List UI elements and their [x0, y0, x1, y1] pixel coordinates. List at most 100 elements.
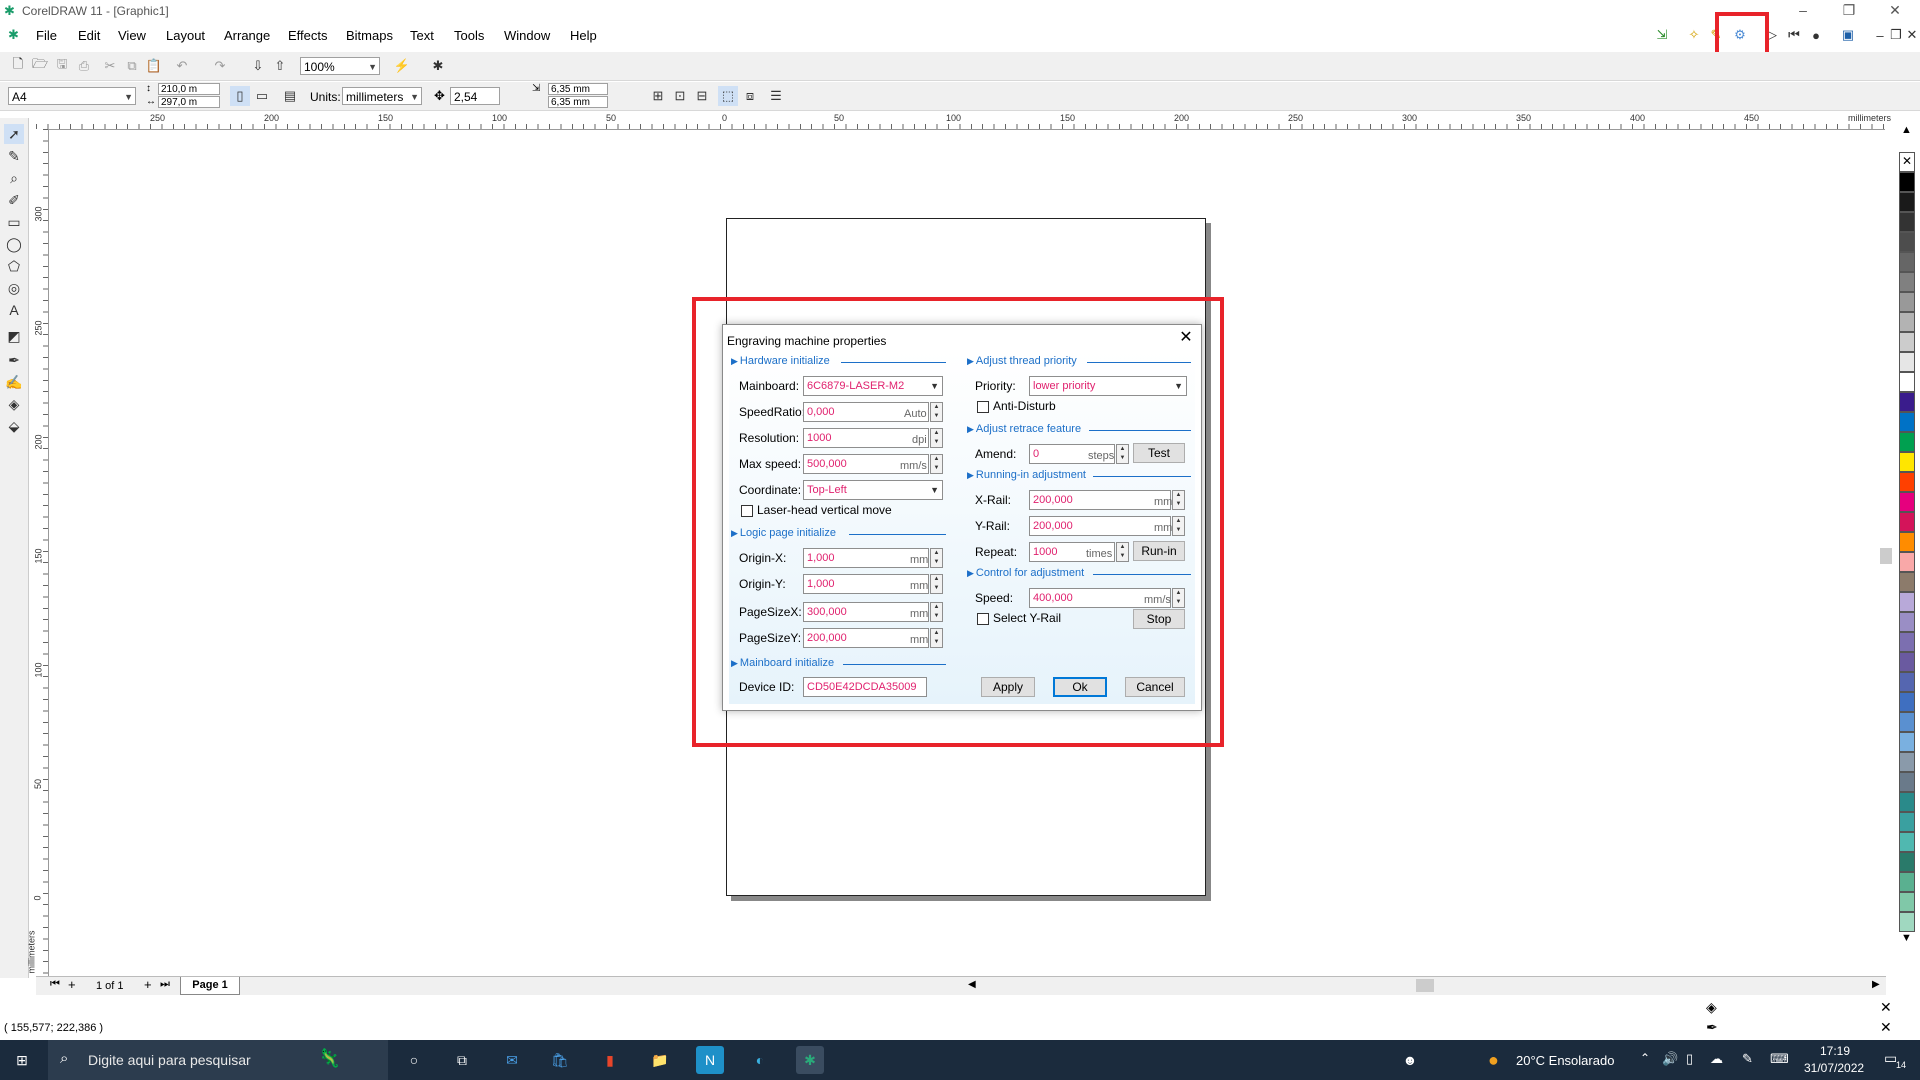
export-doc-icon[interactable]: ⇧ — [270, 56, 290, 76]
align-icon[interactable]: ☰ — [766, 86, 786, 106]
network-icon[interactable]: ☁ — [1710, 1051, 1723, 1067]
originx-spinner[interactable]: ▲ ▼ — [930, 548, 943, 568]
doc-icon[interactable]: ✱ — [8, 27, 19, 43]
color-swatch[interactable] — [1899, 412, 1915, 432]
color-swatch[interactable] — [1899, 452, 1915, 472]
cut-icon[interactable]: ✂ — [100, 56, 120, 76]
paper-width-field[interactable]: 210,0 m — [158, 83, 220, 95]
run-in-button[interactable]: Run-in — [1133, 541, 1185, 561]
mainboard-select[interactable]: 6C6879-LASER-M2 ▼ — [803, 376, 943, 396]
resolution-spinner[interactable]: ▲ ▼ — [930, 428, 943, 448]
color-swatch[interactable] — [1899, 612, 1915, 632]
restore-button[interactable]: ❐ — [1826, 0, 1872, 22]
snap-guides-icon[interactable]: ⊡ — [670, 86, 690, 106]
open-icon[interactable]: 🗁 — [30, 56, 50, 76]
edge-icon[interactable]: ◐ — [746, 1046, 774, 1074]
xrail-spinner[interactable]: ▲ ▼ — [1172, 490, 1185, 510]
palette-up-icon[interactable]: ▲ — [1901, 124, 1912, 136]
color-swatch[interactable] — [1899, 732, 1915, 752]
clock-date[interactable]: 31/07/2022 — [1804, 1061, 1864, 1075]
color-swatch[interactable] — [1899, 772, 1915, 792]
shape-tool-icon[interactable]: ✎ — [4, 146, 24, 166]
menu-layout[interactable]: Layout — [166, 28, 205, 43]
maxspeed-spinner[interactable]: ▲ ▼ — [930, 454, 943, 474]
wand-icon[interactable]: ✧ — [1684, 25, 1704, 45]
clock-time[interactable]: 17:19 — [1820, 1044, 1850, 1058]
color-swatch[interactable] — [1899, 512, 1915, 532]
fill-tool-icon[interactable]: ◈ — [4, 394, 24, 414]
scroll-left-icon[interactable]: ◀ — [968, 979, 976, 990]
color-swatch[interactable] — [1899, 532, 1915, 552]
amend-field[interactable]: 0 steps — [1029, 444, 1115, 464]
last-page-icon[interactable]: ⏭ — [160, 978, 170, 991]
pick-tool-icon[interactable]: ➚ — [4, 124, 24, 144]
vertical-scroll-thumb[interactable] — [1880, 548, 1892, 564]
add-page-after-icon[interactable]: + — [144, 977, 152, 992]
export-icon[interactable]: ⇲ — [1652, 25, 1672, 45]
battery-icon[interactable]: ▯ — [1686, 1051, 1693, 1067]
scroll-right-icon[interactable]: ▶ — [1872, 979, 1880, 990]
ok-button[interactable]: Ok — [1053, 677, 1107, 697]
color-swatch[interactable] — [1899, 592, 1915, 612]
menu-file[interactable]: File — [36, 28, 57, 43]
test-button[interactable]: Test — [1133, 443, 1185, 463]
color-swatch[interactable] — [1899, 212, 1915, 232]
doc-close-icon[interactable]: ✕ — [1902, 25, 1920, 45]
options-icon[interactable]: ⧈ — [740, 86, 760, 106]
yrail-field[interactable]: 200,000 mm — [1029, 516, 1172, 536]
originy-field[interactable]: 1,000 mm — [803, 574, 929, 594]
speedratio-spinner[interactable]: ▲ ▼ — [930, 402, 943, 422]
originx-field[interactable]: 1,000 mm — [803, 548, 929, 568]
color-swatch[interactable] — [1899, 432, 1915, 452]
preview-icon[interactable]: ▣ — [1838, 25, 1858, 45]
menu-view[interactable]: View — [118, 28, 146, 43]
outline-tool-icon[interactable]: ✍ — [4, 372, 24, 392]
color-swatch[interactable] — [1899, 792, 1915, 812]
pen-icon[interactable]: ✎ — [1742, 1051, 1753, 1067]
priority-select[interactable]: lower priority ▼ — [1029, 376, 1187, 396]
paper-height-field[interactable]: 297,0 m — [158, 96, 220, 108]
xrail-field[interactable]: 200,000 mm — [1029, 490, 1172, 510]
dialog-close-button[interactable]: ✕ — [1175, 327, 1197, 349]
undo-icon[interactable]: ↶ — [172, 56, 192, 76]
task-view-icon[interactable]: ⧉ — [448, 1046, 476, 1074]
corel-online-icon[interactable]: ✱ — [428, 56, 448, 76]
maxspeed-field[interactable]: 500,000 mm/s — [803, 454, 929, 474]
minimize-button[interactable]: – — [1780, 0, 1826, 22]
color-swatch[interactable] — [1899, 832, 1915, 852]
freehand-tool-icon[interactable]: ✐ — [4, 190, 24, 210]
n-app-icon[interactable]: N — [696, 1046, 724, 1074]
portrait-icon[interactable]: ▯ — [230, 86, 250, 106]
select-yrail-checkbox[interactable] — [977, 613, 989, 625]
color-swatch[interactable] — [1899, 312, 1915, 332]
color-swatch[interactable] — [1899, 232, 1915, 252]
color-swatch[interactable] — [1899, 352, 1915, 372]
color-swatch[interactable] — [1899, 272, 1915, 292]
repeat-spinner[interactable]: ▲ ▼ — [1116, 542, 1129, 562]
mail-icon[interactable]: ✉ — [498, 1046, 526, 1074]
horizontal-scroll-thumb[interactable] — [1416, 979, 1434, 992]
color-swatch[interactable] — [1899, 892, 1915, 912]
interactive-tool-icon[interactable]: ◩ — [4, 326, 24, 346]
pagesizex-spinner[interactable]: ▲ ▼ — [930, 602, 943, 622]
zoom-select[interactable]: 100% ▼ — [300, 57, 380, 75]
color-swatch[interactable] — [1899, 332, 1915, 352]
add-page-before-icon[interactable]: + — [68, 977, 76, 992]
color-swatch[interactable] — [1899, 912, 1915, 932]
interactive-fill-icon[interactable]: ⬙ — [4, 416, 24, 436]
color-swatch[interactable] — [1899, 852, 1915, 872]
color-swatch[interactable] — [1899, 692, 1915, 712]
weather-text[interactable]: 20°C Ensolarado — [1516, 1053, 1614, 1068]
zoom-tool-icon[interactable]: ⌕ — [4, 168, 24, 188]
color-swatch[interactable] — [1899, 492, 1915, 512]
color-swatch[interactable] — [1899, 392, 1915, 412]
nudge-field[interactable]: 2,54 mm — [450, 87, 500, 122]
color-swatch[interactable] — [1899, 872, 1915, 892]
stop-circle-icon[interactable]: ● — [1806, 25, 1826, 45]
color-swatch[interactable] — [1899, 292, 1915, 312]
eyedropper-tool-icon[interactable]: ✒ — [4, 350, 24, 370]
page-tab[interactable]: Page 1 — [180, 977, 240, 995]
speed-spinner[interactable]: ▲ ▼ — [1172, 588, 1185, 608]
amend-spinner[interactable]: ▲ ▼ — [1116, 444, 1129, 464]
color-swatch[interactable] — [1899, 652, 1915, 672]
